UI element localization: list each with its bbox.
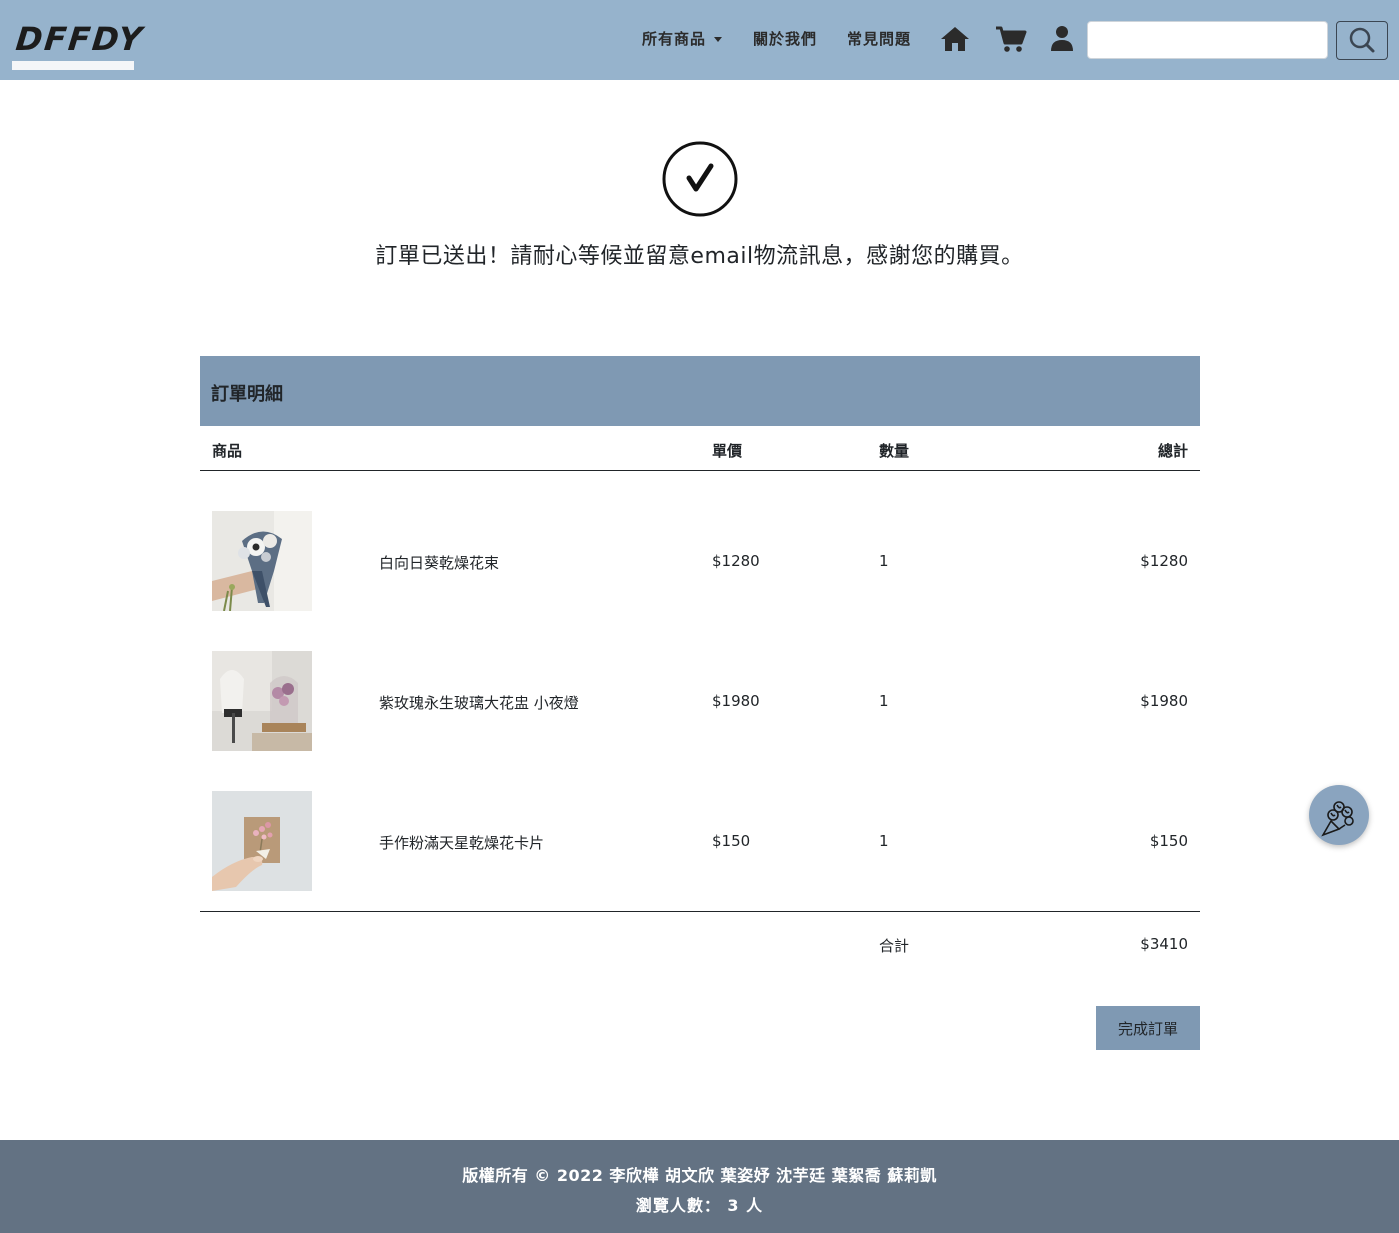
column-header-product: 商品: [212, 442, 243, 460]
user-icon[interactable]: [1048, 24, 1080, 54]
unit-price: $150: [712, 832, 751, 850]
order-success-message: 訂單已送出！請耐心等候並留意email物流訊息，感謝您的購買。: [375, 244, 1024, 269]
header-divider: [200, 470, 1200, 471]
column-header-unit-price: 單價: [712, 442, 743, 460]
floating-bouquet-button[interactable]: [1309, 785, 1369, 845]
footer-copyright: 版權所有 © 2022 李欣樺 胡文欣 葉姿妤 沈芋廷 葉絮喬 蘇莉凱: [462, 1166, 937, 1185]
brand-underline: [12, 61, 134, 70]
complete-order-button[interactable]: 完成訂單: [1096, 1006, 1200, 1050]
bouquet-icon: [1321, 801, 1354, 837]
nav-about-link[interactable]: 關於我們: [753, 28, 817, 49]
product-image-white-sunflower: [212, 511, 312, 611]
nav-all-products-dropdown[interactable]: 所有商品: [642, 28, 723, 49]
site-footer: 版權所有 © 2022 李欣樺 胡文欣 葉姿妤 沈芋廷 葉絮喬 蘇莉凱 瀏覽人數…: [0, 1140, 1399, 1233]
unit-price: $1280: [712, 552, 760, 570]
footer-divider: [200, 911, 1200, 912]
product-name: 手作粉滿天星乾燥花卡片: [379, 834, 545, 852]
success-check-icon: [662, 141, 738, 217]
product-name: 白向日葵乾燥花束: [379, 554, 500, 572]
line-total: $150: [1149, 832, 1188, 850]
brand-name: DFFDY: [14, 20, 146, 58]
caret-down-icon: [714, 37, 723, 42]
cart-icon[interactable]: [995, 24, 1027, 54]
navbar: DFFDY 所有商品 關於我們 常見問題: [0, 0, 1399, 80]
order-detail-title: 訂單明細: [211, 384, 283, 405]
line-total: $1280: [1140, 552, 1188, 570]
quantity: 1: [879, 692, 889, 710]
search-icon: [1349, 27, 1375, 53]
home-icon[interactable]: [939, 24, 971, 54]
product-image-pink-babys-breath-card: [212, 791, 312, 891]
order-detail-header: 訂單明細: [200, 356, 1200, 426]
sum-label: 合計: [879, 937, 910, 955]
nav-all-products-label: 所有商品: [642, 30, 707, 48]
product-name: 紫玫瑰永生玻璃大花盅 小夜燈: [379, 694, 579, 712]
unit-price: $1980: [712, 692, 760, 710]
search-button[interactable]: [1336, 21, 1388, 60]
quantity: 1: [879, 832, 889, 850]
search-input[interactable]: [1087, 21, 1328, 59]
line-total: $1980: [1140, 692, 1188, 710]
product-image-purple-rose-lamp: [212, 651, 312, 751]
nav-faq-link[interactable]: 常見問題: [847, 28, 911, 49]
sum-value: $3410: [1140, 935, 1188, 953]
column-header-quantity: 數量: [879, 442, 910, 460]
column-header-total: 總計: [1157, 442, 1188, 460]
quantity: 1: [879, 552, 889, 570]
footer-visitor-count: 瀏覽人數： 3 人: [635, 1196, 764, 1215]
brand-logo[interactable]: DFFDY: [12, 18, 146, 70]
